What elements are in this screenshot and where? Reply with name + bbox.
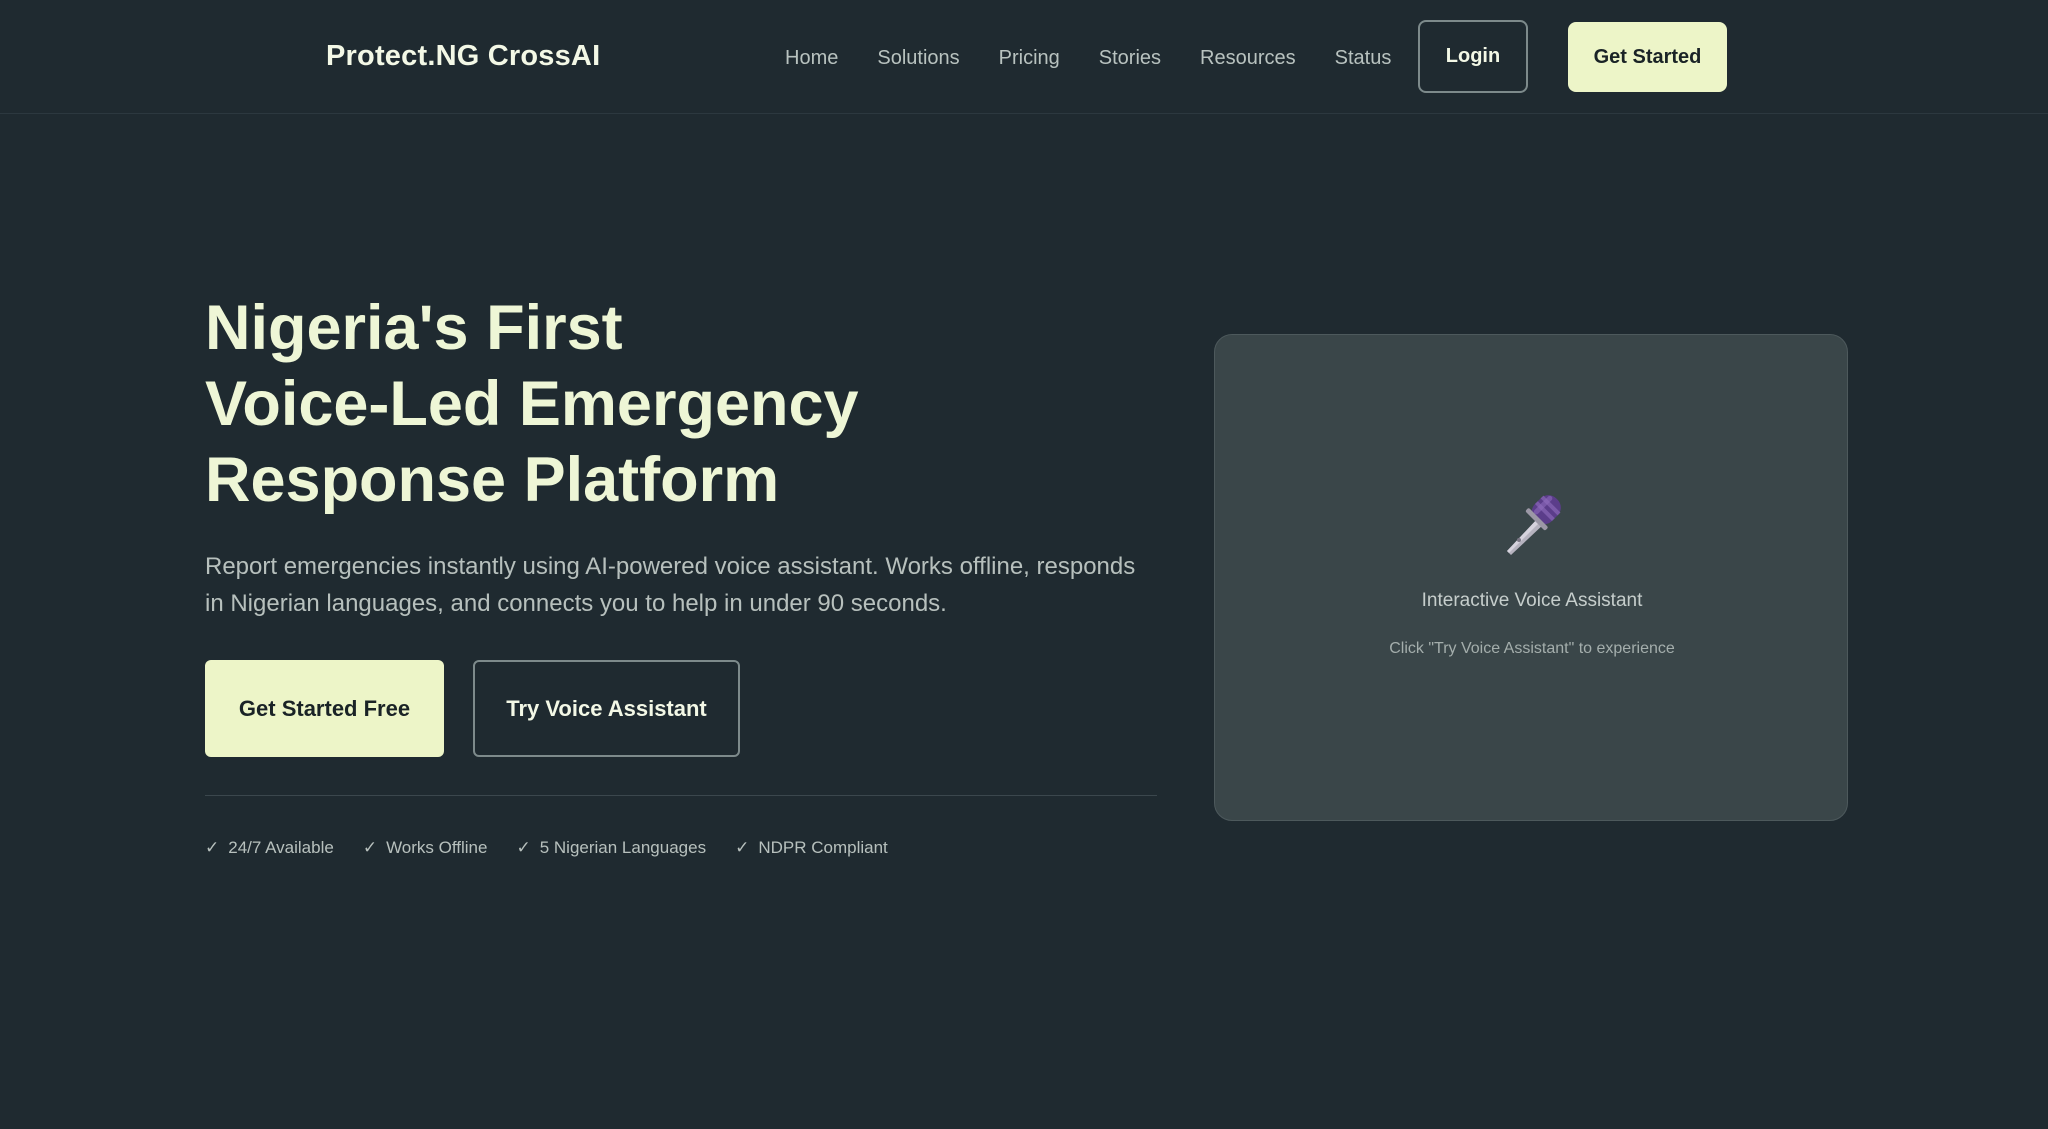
check-icon: ✓ xyxy=(735,838,750,857)
nav-resources[interactable]: Resources xyxy=(1200,44,1296,72)
nav-status[interactable]: Status xyxy=(1335,44,1392,72)
brand-logo[interactable]: Protect.NG CrossAI xyxy=(326,40,600,73)
feature-item-languages: ✓ 5 Nigerian Languages xyxy=(516,838,706,858)
get-started-button[interactable]: Get Started xyxy=(1568,22,1727,92)
landing-page: Protect.NG CrossAI Home Solutions Pricin… xyxy=(0,0,2048,1129)
check-icon: ✓ xyxy=(362,838,378,857)
voice-assistant-card: Interactive Voice Assistant Click "Try V… xyxy=(1214,334,1848,821)
nav-stories[interactable]: Stories xyxy=(1099,44,1161,72)
top-navbar: Protect.NG CrossAI Home Solutions Pricin… xyxy=(0,0,2048,114)
feature-list: ✓ 24/7 Available ✓ Works Offline ✓ 5 Nig… xyxy=(205,838,917,858)
feature-label: 24/7 Available xyxy=(228,838,334,857)
hero-title-line-2: Voice-Led Emergency xyxy=(205,369,859,439)
hero-title-line-3: Response Platform xyxy=(205,445,780,515)
nav-home[interactable]: Home xyxy=(785,44,838,72)
hero-divider xyxy=(205,795,1157,796)
feature-label: NDPR Compliant xyxy=(758,838,888,857)
hero-subtitle: Report emergencies instantly using AI-po… xyxy=(205,553,1136,617)
feature-label: 5 Nigerian Languages xyxy=(539,838,707,857)
nav-solutions[interactable]: Solutions xyxy=(877,44,959,72)
main-nav: Home Solutions Pricing Stories Resources… xyxy=(785,44,1430,72)
hero-title-line-1: Nigeria's First xyxy=(205,293,623,363)
check-icon: ✓ xyxy=(516,838,531,857)
feature-item-ndpr: ✓ NDPR Compliant xyxy=(735,838,888,858)
get-started-free-button[interactable]: Get Started Free xyxy=(205,660,444,757)
feature-item-available: ✓ 24/7 Available xyxy=(205,838,334,858)
feature-label: Works Offline xyxy=(386,838,488,857)
voice-card-title: Interactive Voice Assistant xyxy=(1421,590,1643,611)
voice-card-hint: Click "Try Voice Assistant" to experienc… xyxy=(1389,640,1675,657)
check-icon: ✓ xyxy=(205,838,220,857)
microphone-icon xyxy=(1507,495,1561,555)
nav-pricing[interactable]: Pricing xyxy=(999,44,1060,72)
hero-title: Nigeria's First Voice-Led Emergency Resp… xyxy=(205,290,1105,518)
try-voice-assistant-button[interactable]: Try Voice Assistant xyxy=(473,660,740,757)
login-button[interactable]: Login xyxy=(1418,20,1528,93)
feature-item-offline: ✓ Works Offline xyxy=(363,838,488,858)
